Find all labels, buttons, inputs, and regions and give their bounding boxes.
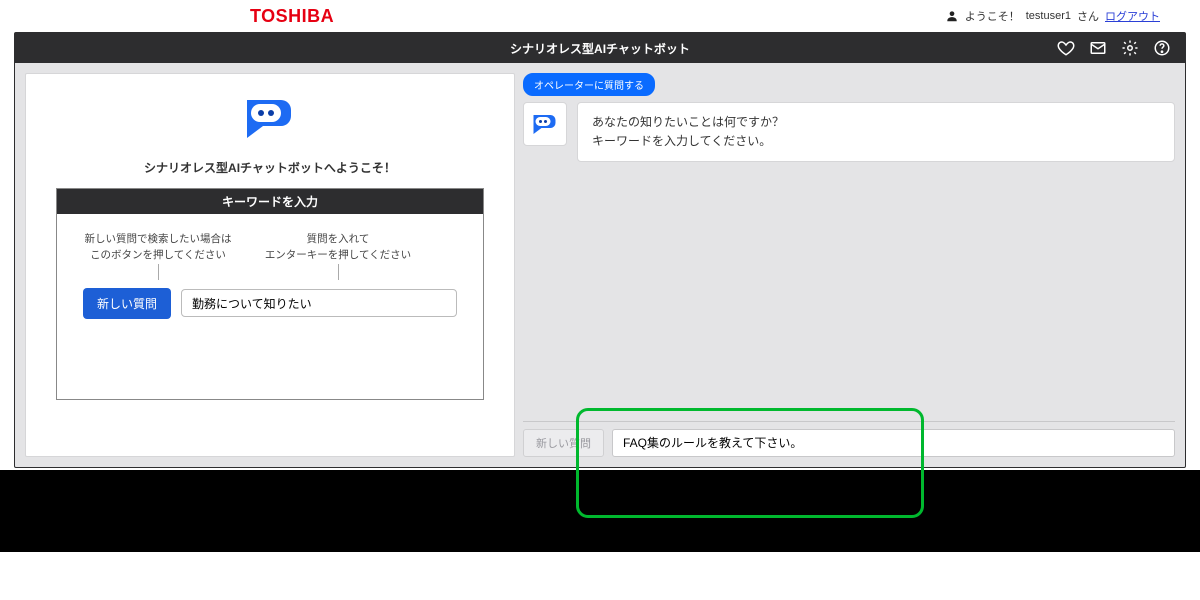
new-question-button-secondary[interactable]: 新しい質問	[523, 429, 604, 457]
help-icon[interactable]	[1153, 39, 1171, 57]
logout-link[interactable]: ログアウト	[1105, 8, 1160, 24]
new-question-button[interactable]: 新しい質問	[83, 288, 171, 319]
chat-input[interactable]	[612, 429, 1175, 457]
bot-message-line: あなたの知りたいことは何ですか？	[592, 113, 1160, 132]
hint-line: 質問を入れて	[263, 232, 413, 248]
welcome-suffix: さん	[1077, 8, 1099, 24]
heart-icon[interactable]	[1057, 39, 1075, 57]
welcome-prefix: ようこそ！	[965, 8, 1020, 24]
username: testuser1	[1026, 10, 1071, 22]
mail-icon[interactable]	[1089, 39, 1107, 57]
hint-new-question: 新しい質問で検索したい場合は このボタンを押してください	[83, 232, 233, 264]
chat-panel: オペレーターに質問する あなたの知りたいことは何ですか？	[523, 73, 1175, 457]
app-frame: シナリオレス型AIチャットボット	[14, 32, 1186, 468]
bot-message-bubble: あなたの知りたいことは何ですか？ キーワードを入力してください。	[577, 102, 1175, 162]
site-header: TOSHIBA ようこそ！ testuser1 さん ログアウト	[0, 0, 1200, 32]
keyword-box: キーワードを入力 新しい質問で検索したい場合は このボタンを押してください 質問…	[56, 188, 484, 400]
keyword-input[interactable]	[181, 289, 457, 317]
brand-logo: TOSHIBA	[250, 6, 334, 27]
titlebar-tools	[1057, 39, 1185, 57]
chat-input-row: 新しい質問	[523, 421, 1175, 457]
keyword-hints: 新しい質問で検索したい場合は このボタンを押してください 質問を入れて エンター…	[83, 232, 457, 264]
bot-message-row: あなたの知りたいことは何ですか？ キーワードを入力してください。	[523, 102, 1175, 162]
app-title: シナリオレス型AIチャットボット	[510, 40, 690, 57]
hint-enter-key: 質問を入れて エンターキーを押してください	[263, 232, 413, 264]
hint-line: 新しい質問で検索したい場合は	[83, 232, 233, 248]
user-block: ようこそ！ testuser1 さん ログアウト	[945, 8, 1160, 24]
bot-logo	[241, 94, 299, 145]
bot-avatar	[523, 102, 567, 146]
hint-line: エンターキーを押してください	[263, 248, 413, 264]
page-black-strip	[0, 470, 1200, 552]
hint-line: このボタンを押してください	[83, 248, 233, 264]
page-bottom	[0, 552, 1200, 600]
welcome-panel: シナリオレス型AIチャットボットへようこそ！ キーワードを入力 新しい質問で検索…	[25, 73, 515, 457]
bot-message-line: キーワードを入力してください。	[592, 132, 1160, 151]
welcome-text: シナリオレス型AIチャットボットへようこそ！	[144, 159, 396, 176]
chat-scroll[interactable]: あなたの知りたいことは何ですか？ キーワードを入力してください。	[523, 102, 1175, 415]
user-icon	[945, 9, 959, 23]
gear-icon[interactable]	[1121, 39, 1139, 57]
keyword-box-title: キーワードを入力	[57, 189, 483, 214]
app-titlebar: シナリオレス型AIチャットボット	[15, 33, 1185, 63]
ask-operator-button[interactable]: オペレーターに質問する	[523, 73, 655, 96]
